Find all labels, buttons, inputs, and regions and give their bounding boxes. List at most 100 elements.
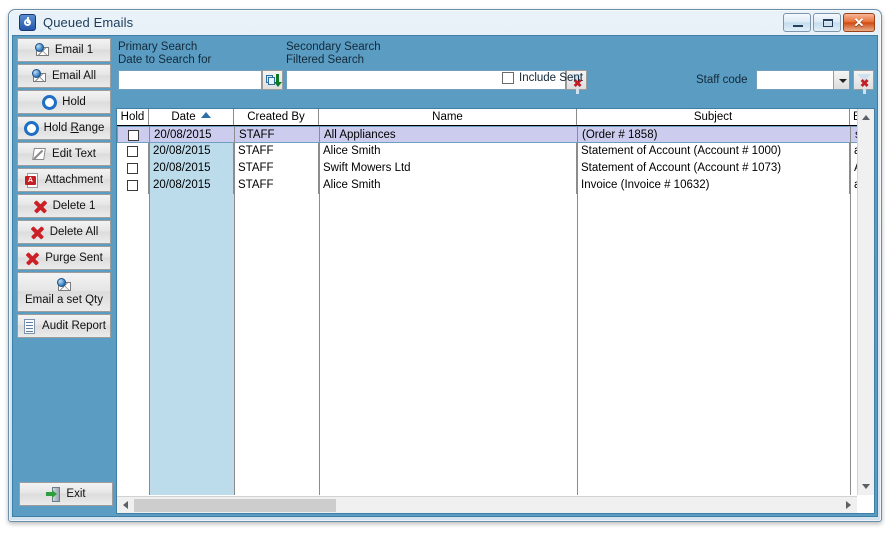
scroll-up-button[interactable] bbox=[858, 109, 874, 126]
hold-checkbox[interactable] bbox=[127, 180, 138, 191]
column-header-name[interactable]: Name bbox=[319, 109, 577, 125]
purge-sent-label: Purge Sent bbox=[45, 252, 103, 264]
queued-emails-window: Queued Emails ✕ Email 1 Email All Hold H… bbox=[8, 9, 882, 522]
hold-checkbox[interactable] bbox=[127, 163, 138, 174]
table-row[interactable]: 20/08/2015 STAFF Alice Smith Statement of A… bbox=[117, 143, 874, 160]
red-x-icon bbox=[33, 199, 48, 214]
scroll-down-button[interactable] bbox=[858, 478, 874, 495]
cell-subject: Invoice (Invoice # 10632) bbox=[577, 177, 850, 194]
cell-date: 20/08/2015 bbox=[149, 160, 234, 177]
primary-search-title: Primary Search bbox=[118, 41, 198, 53]
cell-hold[interactable] bbox=[117, 160, 149, 177]
title-bar[interactable]: Queued Emails ✕ bbox=[9, 10, 881, 35]
include-sent-checkbox[interactable]: Include Sent bbox=[502, 72, 583, 84]
blue-ring-icon bbox=[23, 120, 39, 136]
hold-checkbox[interactable] bbox=[127, 146, 138, 157]
delete-all-button[interactable]: Delete All bbox=[17, 220, 111, 244]
scroll-right-icon bbox=[846, 501, 851, 509]
clear-filter-button-staff[interactable]: ✖ bbox=[853, 70, 874, 94]
client-area: Email 1 Email All Hold Hold Range Edit T… bbox=[12, 35, 878, 517]
email-all-button[interactable]: Email All bbox=[17, 64, 111, 88]
audit-report-label: Audit Report bbox=[42, 320, 106, 332]
maximize-button[interactable] bbox=[813, 13, 841, 32]
staff-code-select[interactable] bbox=[756, 70, 850, 90]
grid-column-divider bbox=[319, 126, 320, 495]
maximize-icon bbox=[823, 19, 833, 27]
scrollbar-corner bbox=[857, 496, 874, 513]
cell-subject: Statement of Account (Account # 1000) bbox=[577, 143, 850, 160]
attachment-button[interactable]: A Attachment bbox=[17, 168, 111, 192]
chevron-down-icon bbox=[833, 71, 849, 89]
checkbox-icon bbox=[502, 72, 514, 84]
email-1-button[interactable]: Email 1 bbox=[17, 38, 111, 62]
scroll-down-icon bbox=[862, 484, 870, 489]
purge-sent-button[interactable]: Purge Sent bbox=[17, 246, 111, 270]
cell-name: Swift Mowers Ltd bbox=[319, 160, 577, 177]
delete-all-label: Delete All bbox=[49, 226, 99, 238]
cell-created_by: STAFF bbox=[234, 177, 319, 194]
column-header-subject[interactable]: Subject bbox=[577, 109, 850, 125]
close-button[interactable]: ✕ bbox=[843, 13, 875, 32]
hold-range-button[interactable]: Hold Range bbox=[17, 116, 111, 140]
secondary-search-title: Secondary Search bbox=[286, 41, 381, 53]
cell-name: All Appliances bbox=[320, 127, 578, 144]
copy-down-button[interactable] bbox=[262, 70, 283, 90]
table-row[interactable]: 20/08/2015 STAFF Alice Smith Invoice (Invoi… bbox=[117, 177, 874, 194]
grid-column-divider bbox=[234, 126, 235, 495]
grid-header-row: Hold Date Created By Name Subject E bbox=[117, 109, 874, 126]
table-row[interactable]: 20/08/2015 STAFF Swift Mowers Ltd Statement… bbox=[117, 160, 874, 177]
close-icon: ✕ bbox=[853, 15, 865, 30]
window-title: Queued Emails bbox=[43, 15, 134, 30]
column-header-created-by[interactable]: Created By bbox=[234, 109, 319, 125]
queued-emails-grid: Hold Date Created By Name Subject E 20/0… bbox=[116, 108, 875, 514]
column-header-date[interactable]: Date bbox=[149, 109, 234, 125]
cell-hold[interactable] bbox=[117, 143, 149, 160]
scroll-up-icon bbox=[862, 115, 870, 120]
cell-hold[interactable] bbox=[118, 127, 150, 144]
cell-name: Alice Smith bbox=[319, 177, 577, 194]
primary-search-subtitle: Date to Search for bbox=[118, 54, 212, 66]
horizontal-scroll-thumb[interactable] bbox=[134, 499, 336, 512]
cell-subject: (Order # 1858) bbox=[578, 127, 851, 144]
email-a-set-qty-label: Email a set Qty bbox=[25, 294, 103, 306]
email-a-set-qty-button[interactable]: Email a set Qty bbox=[17, 272, 111, 312]
horizontal-scrollbar[interactable] bbox=[117, 496, 857, 513]
scroll-left-button[interactable] bbox=[117, 497, 134, 513]
sort-ascending-icon bbox=[200, 112, 211, 118]
grid-rows: 20/08/2015 STAFF All Appliances (Order # 1… bbox=[117, 126, 874, 495]
column-header-hold[interactable]: Hold bbox=[117, 109, 149, 125]
pdf-icon: A bbox=[24, 172, 40, 188]
table-row[interactable]: 20/08/2015 STAFF All Appliances (Order # 1… bbox=[117, 126, 874, 144]
cell-subject: Statement of Account (Account # 1073) bbox=[577, 160, 850, 177]
vertical-scrollbar[interactable] bbox=[857, 109, 874, 495]
cell-created_by: STAFF bbox=[234, 143, 319, 160]
staff-code-label: Staff code bbox=[696, 74, 748, 86]
power-button-icon bbox=[19, 14, 36, 31]
edit-text-label: Edit Text bbox=[52, 148, 96, 160]
edit-pencil-icon bbox=[32, 147, 47, 162]
document-icon bbox=[22, 318, 37, 334]
hold-button[interactable]: Hold bbox=[17, 90, 111, 114]
minimize-button[interactable] bbox=[783, 13, 811, 32]
grid-column-divider bbox=[577, 126, 578, 495]
email-globe-icon bbox=[34, 42, 50, 58]
cell-created_by: STAFF bbox=[235, 127, 320, 144]
blue-ring-icon bbox=[42, 94, 58, 110]
red-x-icon bbox=[25, 251, 40, 266]
command-sidebar: Email 1 Email All Hold Hold Range Edit T… bbox=[15, 38, 113, 514]
primary-search-input[interactable] bbox=[118, 70, 262, 90]
grid-column-divider bbox=[149, 126, 150, 495]
email-1-label: Email 1 bbox=[54, 44, 94, 56]
audit-report-button[interactable]: Audit Report bbox=[17, 314, 111, 338]
scroll-right-button[interactable] bbox=[840, 497, 857, 513]
hold-label: Hold bbox=[62, 96, 86, 108]
include-sent-label: Include Sent bbox=[519, 72, 583, 84]
exit-label: Exit bbox=[66, 488, 86, 500]
secondary-search-subtitle: Filtered Search bbox=[286, 54, 364, 66]
cell-hold[interactable] bbox=[117, 177, 149, 194]
hold-checkbox[interactable] bbox=[128, 130, 139, 141]
primary-search-label-group: Primary Search Date to Search for bbox=[118, 41, 211, 67]
delete-1-button[interactable]: Delete 1 bbox=[17, 194, 111, 218]
edit-text-button[interactable]: Edit Text bbox=[17, 142, 111, 166]
exit-button[interactable]: Exit bbox=[19, 482, 113, 506]
